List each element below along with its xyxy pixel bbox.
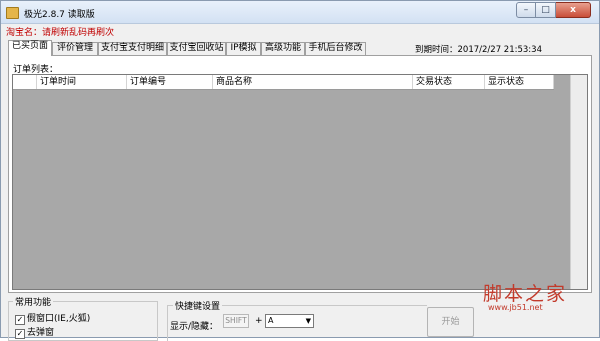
column-header-blank[interactable] [13, 75, 37, 89]
shop-name-value: 请刷新乱码再刷次 [42, 28, 115, 38]
watermark-text: 脚本之家 [483, 283, 568, 305]
tab-ip-simulate[interactable]: IP模拟 [226, 42, 261, 55]
grid-header: 订单时间 订单编号 商品名称 交易状态 显示状态 [13, 75, 554, 90]
modifier-key-field[interactable]: SHIFT [223, 314, 249, 328]
remove-popup-option[interactable]: ✓ 去弹窗 [15, 325, 54, 339]
close-button[interactable]: x [556, 2, 591, 18]
grid-scrollbar[interactable] [570, 75, 587, 289]
app-window: 极光2.8.7 读取版 – □ x 淘宝名：请刷新乱码再刷次 已买页面 评价管理… [0, 0, 600, 341]
chevron-down-icon[interactable]: ▼ [306, 315, 311, 327]
tab-mobile-backend[interactable]: 手机后台修改 [305, 42, 366, 55]
column-header-trade-status[interactable]: 交易状态 [413, 75, 485, 89]
hotkey-select[interactable]: A ▼ [265, 314, 314, 328]
expire-label: 到期时间： [415, 45, 458, 55]
shop-name-row: 淘宝名：请刷新乱码再刷次 [6, 25, 114, 38]
remove-popup-label: 去弹窗 [27, 328, 55, 338]
tab-alipay-details[interactable]: 支付宝支付明细 [98, 42, 167, 55]
fake-window-label: 假窗口(IE,火狐) [27, 314, 91, 324]
expire-value: 2017/2/27 21:53:34 [457, 45, 542, 55]
title-bar[interactable]: 极光2.8.7 读取版 – □ x [1, 1, 599, 24]
maximize-button[interactable]: □ [536, 2, 556, 18]
tab-panel: 订单列表： 订单时间 订单编号 商品名称 交易状态 显示状态 [8, 55, 592, 293]
window-title: 极光2.8.7 读取版 [24, 10, 95, 20]
hotkey-select-value: A [268, 316, 274, 325]
order-grid[interactable]: 订单时间 订单编号 商品名称 交易状态 显示状态 [12, 74, 588, 290]
tab-alipay-recycle[interactable]: 支付宝回收站 [167, 42, 226, 55]
minimize-button[interactable]: – [516, 2, 536, 18]
common-functions-title: 常用功能 [13, 295, 54, 308]
fake-window-option[interactable]: ✓ 假窗口(IE,火狐) [15, 311, 90, 325]
column-header-order-number[interactable]: 订单编号 [127, 75, 213, 89]
shop-name-label: 淘宝名： [6, 28, 43, 38]
checkmark-icon[interactable]: ✓ [15, 315, 25, 325]
column-header-order-time[interactable]: 订单时间 [37, 75, 127, 89]
start-button[interactable]: 开始 [427, 307, 474, 337]
show-hide-label: 显示/隐藏： [170, 322, 219, 332]
tab-purchased[interactable]: 已买页面 [8, 40, 52, 56]
column-header-display-status[interactable]: 显示状态 [485, 75, 554, 89]
app-icon [6, 7, 19, 19]
tab-advanced[interactable]: 高级功能 [261, 42, 305, 55]
tab-reviews[interactable]: 评价管理 [52, 42, 98, 55]
expire-time: 到期时间：2017/2/27 21:53:34 [415, 43, 542, 55]
plus-sign: + [255, 316, 263, 326]
hotkey-title: 快捷键设置 [173, 299, 223, 312]
column-header-product-name[interactable]: 商品名称 [213, 75, 413, 89]
watermark-url: www.jb51.net [488, 303, 543, 312]
